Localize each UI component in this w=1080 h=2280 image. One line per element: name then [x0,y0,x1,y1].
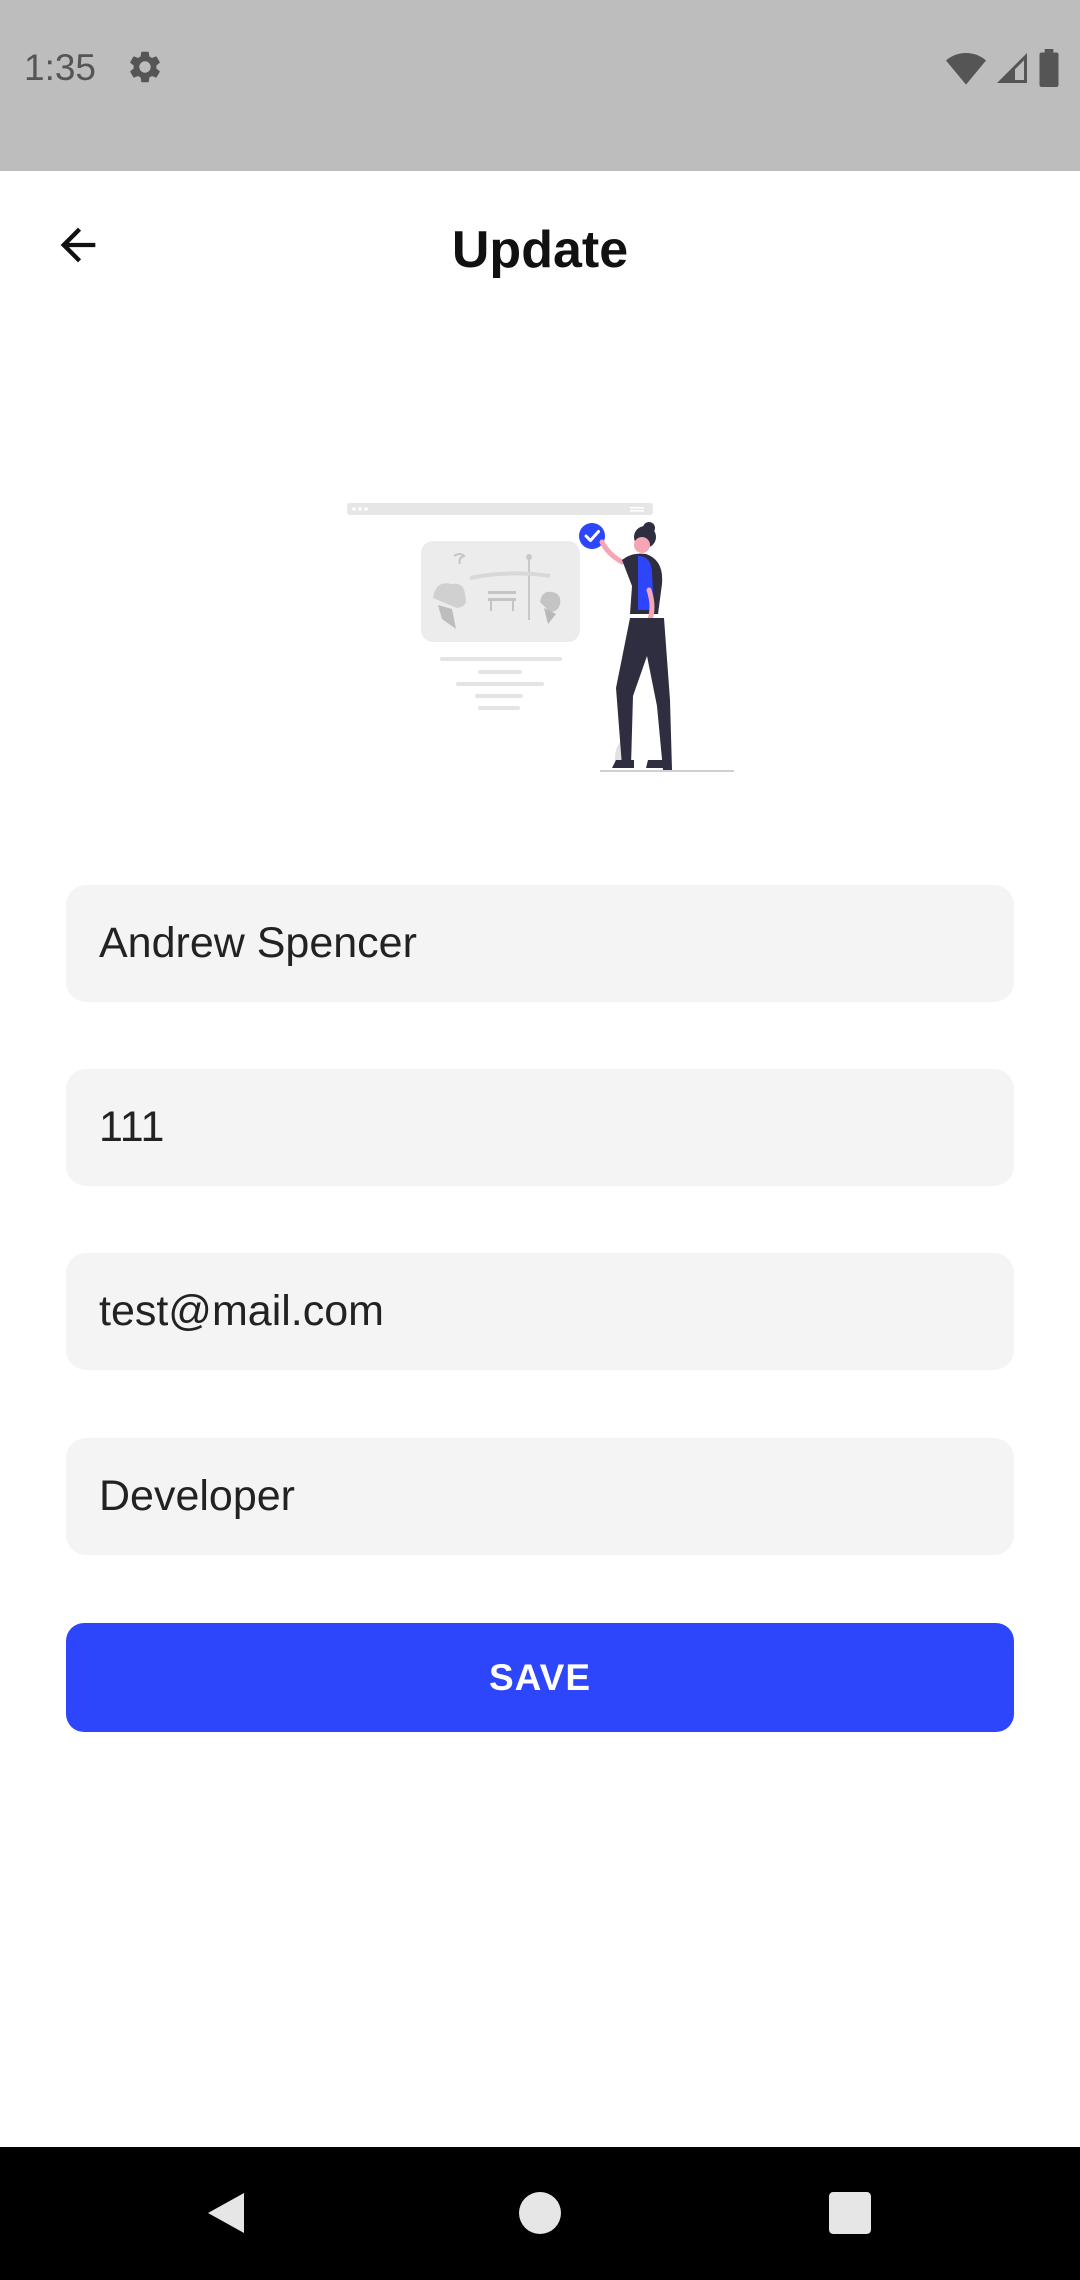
update-illustration [347,503,734,772]
square-recents-icon [829,2192,871,2234]
gear-icon [130,51,160,83]
signal-icon [997,53,1027,83]
save-button[interactable]: SAVE [66,1623,1014,1732]
role-input[interactable] [99,1438,1014,1555]
wifi-icon [946,53,986,85]
email-field[interactable] [66,1253,1014,1370]
id-field[interactable] [66,1069,1014,1186]
status-bar: 1:35 [0,0,1080,171]
app-bar: Update [0,171,1080,329]
battery-icon [1039,49,1059,87]
nav-home-button[interactable] [500,2173,580,2253]
nav-back-button[interactable] [186,2173,266,2253]
nav-recents-button[interactable] [810,2173,890,2253]
status-icons [946,48,1060,88]
page-title: Update [451,221,629,279]
circle-home-icon [519,2192,561,2234]
triangle-back-icon [208,2193,244,2233]
email-input[interactable] [99,1253,1014,1370]
role-field[interactable] [66,1438,1014,1555]
status-time: 1:35 [24,47,97,88]
id-input[interactable] [99,1069,1014,1186]
system-nav-bar [0,2147,1080,2280]
name-field[interactable] [66,885,1014,1002]
arrow-left-icon [60,227,96,263]
name-input[interactable] [99,885,1014,1002]
back-button[interactable] [40,207,116,283]
